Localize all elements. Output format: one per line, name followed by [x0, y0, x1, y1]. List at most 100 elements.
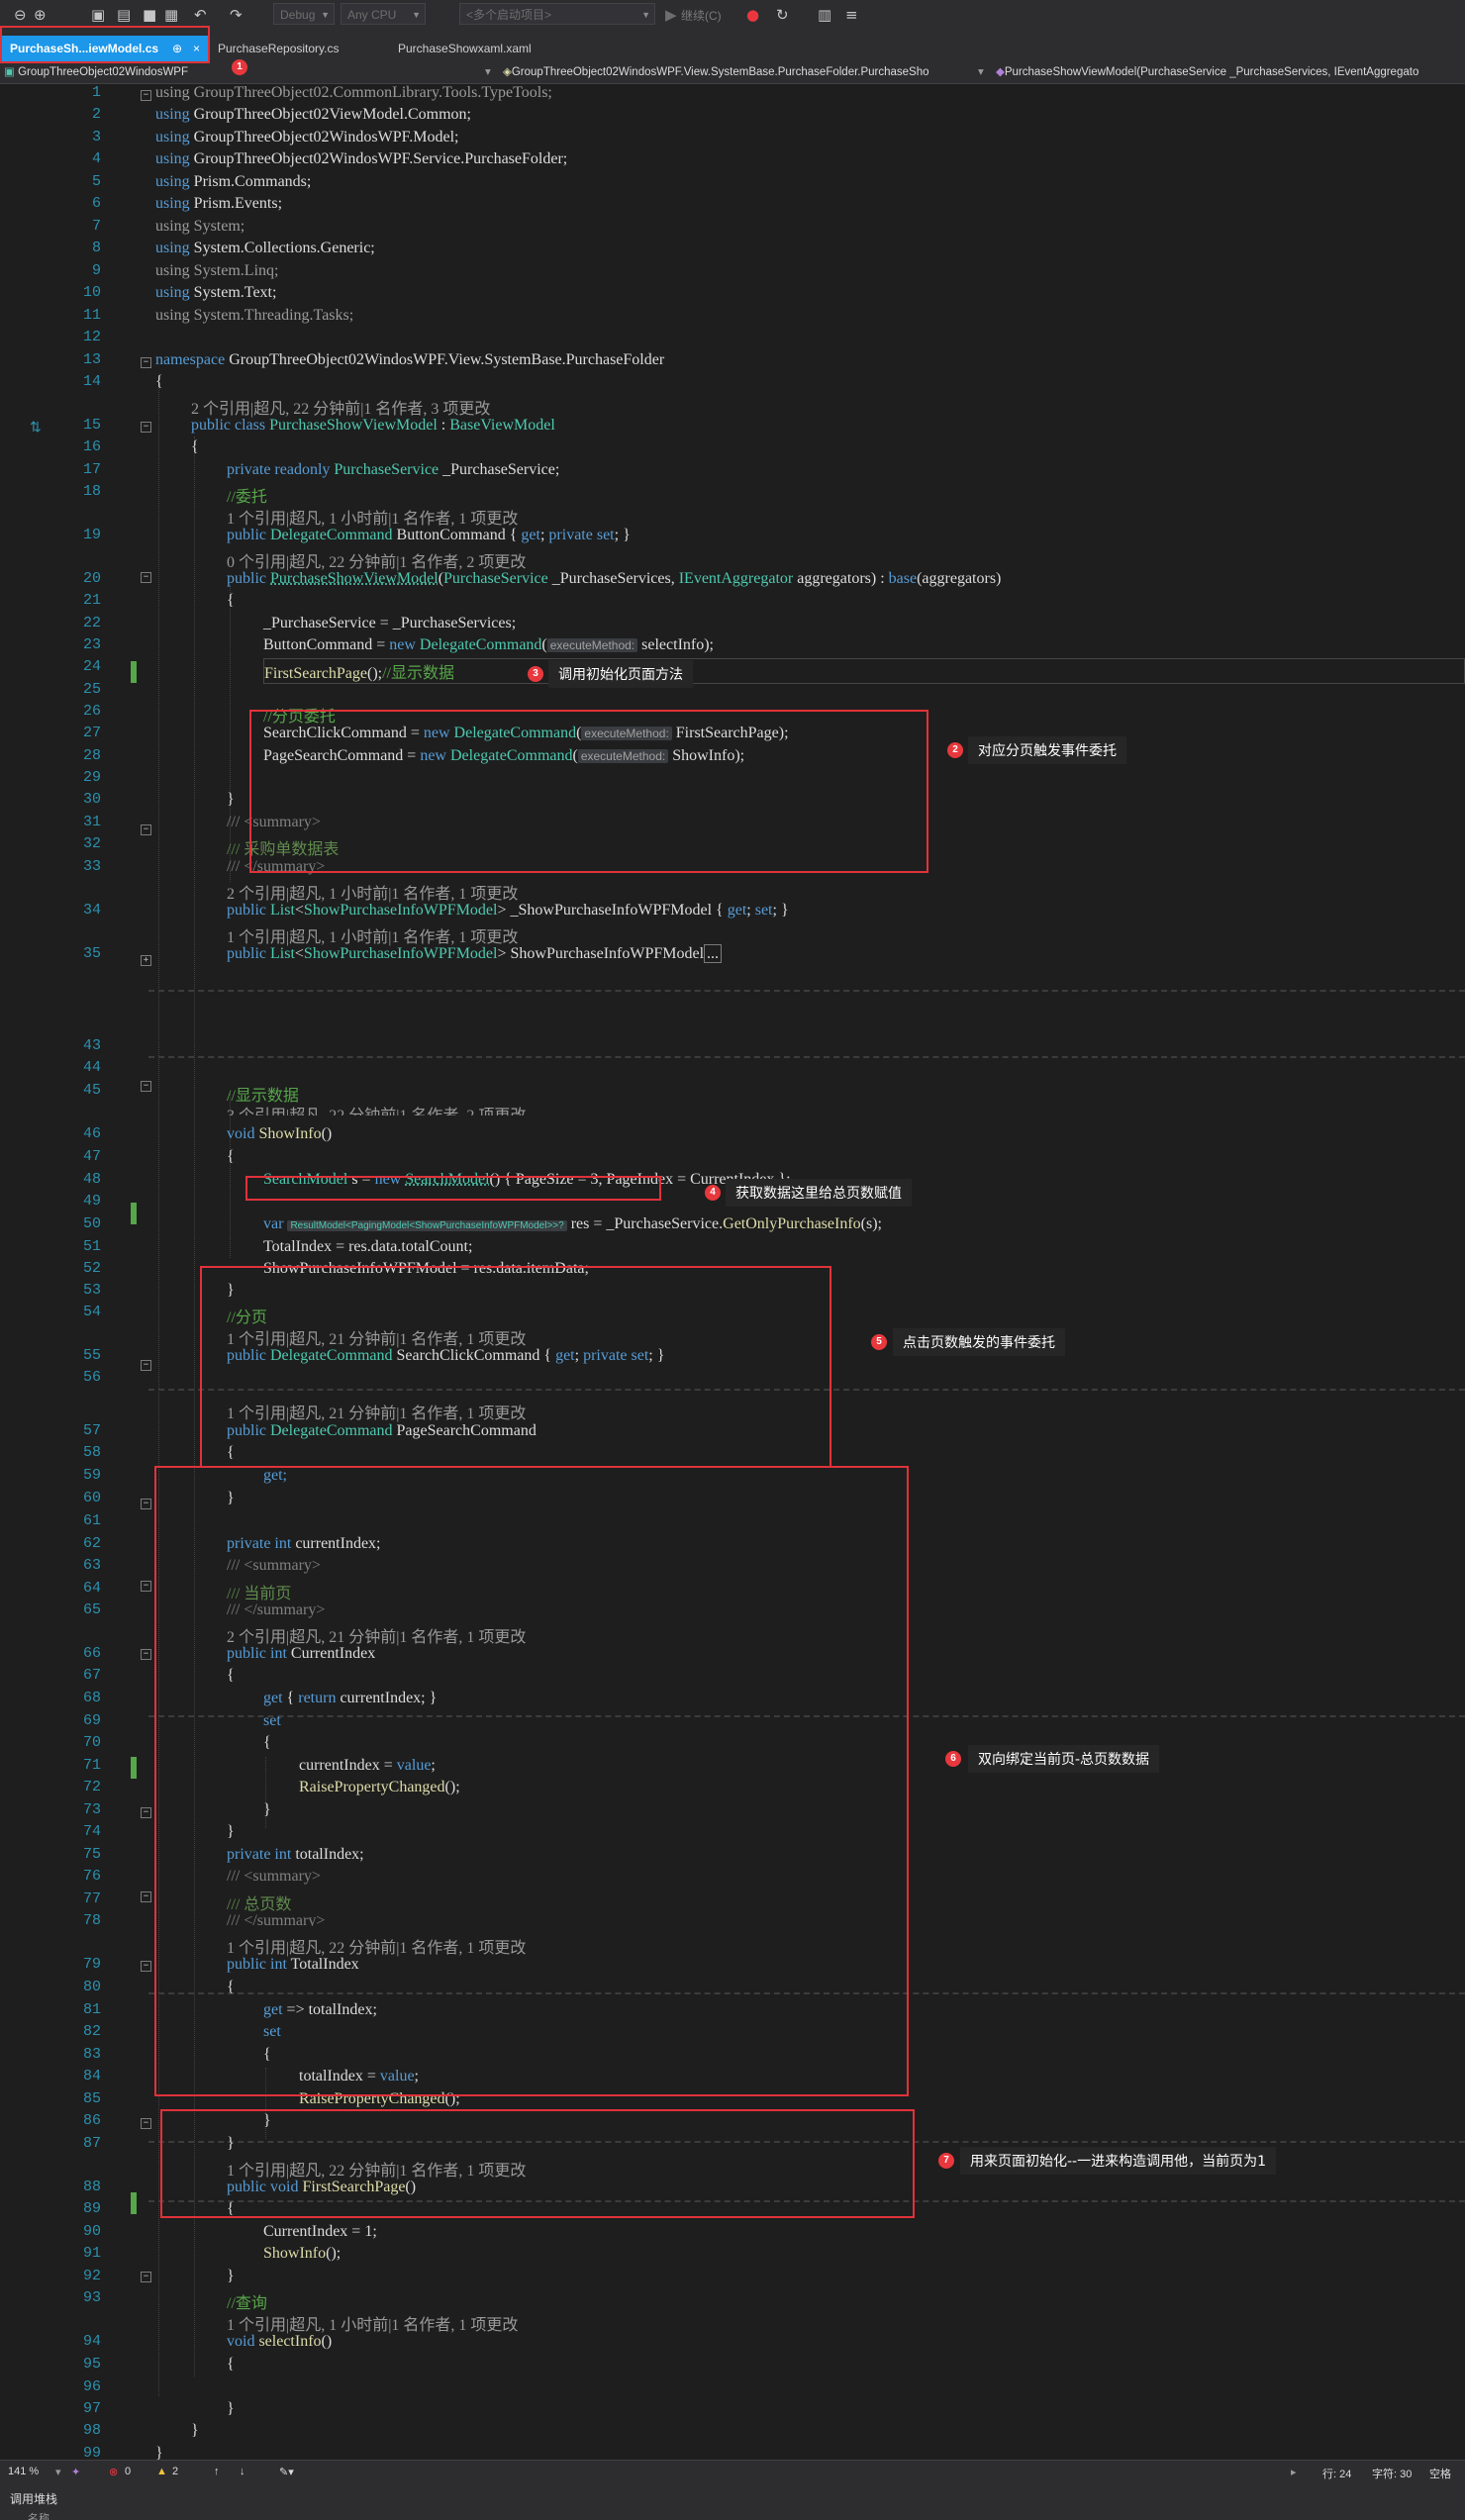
- code-token: public: [227, 527, 270, 543]
- chevron-down-icon[interactable]: ▾: [55, 2466, 61, 2478]
- codelens[interactable]: 1 个引用|超凡, 1 小时前|1 名作者, 1 项更改: [227, 505, 518, 529]
- fold-toggle-icon[interactable]: −: [141, 1891, 151, 1902]
- line-number: 65: [82, 1601, 101, 1618]
- save-icon[interactable]: ■: [143, 6, 156, 24]
- arrow-down-icon[interactable]: ↓: [240, 2466, 245, 2477]
- line-number: 68: [82, 1690, 101, 1706]
- line-number: 12: [82, 329, 101, 345]
- warning-count[interactable]: 2: [172, 2466, 178, 2477]
- tab-purchase-repository[interactable]: PurchaseRepository.cs: [210, 36, 388, 61]
- code-token: void: [227, 2333, 259, 2350]
- line-number: 63: [82, 1557, 101, 1574]
- fold-toggle-icon[interactable]: −: [141, 1081, 151, 1092]
- error-icon[interactable]: ⊗: [109, 2466, 118, 2478]
- code-line: }: [191, 2422, 199, 2440]
- redo-icon[interactable]: ↷: [230, 6, 243, 24]
- codelens[interactable]: 2 个引用|超凡, 22 分钟前|1 名作者, 3 项更改: [191, 395, 490, 419]
- scroll-right-icon[interactable]: ▸: [1291, 2466, 1297, 2478]
- platform-select[interactable]: Any CPU ▼: [341, 3, 426, 25]
- line-number: 82: [82, 2023, 101, 2040]
- fold-toggle-icon[interactable]: −: [141, 2272, 151, 2282]
- implementation-glyph-icon[interactable]: ⇅: [30, 419, 42, 436]
- fold-toggle-icon[interactable]: −: [141, 1807, 151, 1818]
- code-line: private readonly PurchaseService _Purcha…: [227, 461, 559, 479]
- start-button[interactable]: 继续(C): [681, 7, 722, 24]
- annotation-note-7: 用来页面初始化--一进来构造调用他，当前页为1: [960, 2147, 1277, 2175]
- error-count[interactable]: 0: [125, 2466, 131, 2477]
- open-folder-icon[interactable]: ▤: [117, 6, 131, 24]
- fold-toggle-icon[interactable]: −: [141, 1649, 151, 1660]
- fold-toggle-icon[interactable]: −: [141, 357, 151, 368]
- code-token: using System.Linq;: [155, 262, 279, 279]
- codelens[interactable]: 3 个引用|超凡, 22 分钟前|1 名作者, 2 项更改: [227, 1102, 526, 1115]
- line-number: 71: [82, 1757, 101, 1774]
- fold-toggle-icon[interactable]: +: [141, 955, 151, 966]
- toolbar-options-icon[interactable]: ≡: [845, 6, 858, 24]
- refresh-icon[interactable]: ↻: [776, 6, 789, 24]
- fold-toggle-icon[interactable]: −: [141, 90, 151, 101]
- startup-project-select[interactable]: <多个启动项目> ▼: [459, 3, 655, 25]
- new-project-icon[interactable]: ▣: [91, 6, 105, 24]
- code-token: :: [437, 417, 450, 434]
- indentation-mode[interactable]: 空格: [1429, 2466, 1451, 2481]
- play-icon[interactable]: ▶: [665, 6, 677, 24]
- find-files-icon[interactable]: ▥: [818, 6, 831, 24]
- code-line: }: [227, 791, 235, 809]
- member-dropdown[interactable]: ◆PurchaseShowViewModel(PurchaseService _…: [996, 63, 1465, 81]
- fold-toggle-icon[interactable]: −: [141, 422, 151, 433]
- fold-toggle-icon[interactable]: −: [141, 1499, 151, 1509]
- cursor-column[interactable]: 字符: 30: [1372, 2466, 1412, 2481]
- back-icon[interactable]: ⊖: [14, 6, 27, 24]
- tab-purchase-show-xaml[interactable]: PurchaseShowxaml.xaml: [390, 36, 568, 61]
- code-token: using System.Threading.Tasks;: [155, 307, 354, 324]
- fold-toggle-icon[interactable]: −: [141, 1961, 151, 1972]
- code-token: System.Text;: [193, 284, 277, 301]
- arrow-up-icon[interactable]: ↑: [214, 2466, 220, 2477]
- code-token: void: [227, 1125, 259, 1142]
- code-cleanup-icon[interactable]: ✎▾: [279, 2466, 294, 2478]
- codelens[interactable]: 0 个引用|超凡, 22 分钟前|1 名作者, 2 项更改: [227, 548, 526, 572]
- debug-target-icon[interactable]: ●: [746, 6, 759, 24]
- config-select[interactable]: Debug ▼: [273, 3, 335, 25]
- line-number: 7: [91, 218, 101, 235]
- codelens[interactable]: 2 个引用|超凡, 1 小时前|1 名作者, 1 项更改: [227, 880, 518, 904]
- region-separator: [148, 990, 1465, 992]
- save-all-icon[interactable]: ▦: [164, 6, 178, 24]
- line-number: 23: [82, 636, 101, 653]
- line-number: 90: [82, 2223, 101, 2240]
- code-token: IEventAggregator: [678, 570, 794, 587]
- fold-toggle-icon[interactable]: −: [141, 824, 151, 835]
- cursor-line[interactable]: 行: 24: [1322, 2466, 1351, 2481]
- fold-toggle-icon[interactable]: −: [141, 1581, 151, 1592]
- line-number: 6: [91, 195, 101, 212]
- warning-icon[interactable]: ▲: [156, 2466, 167, 2477]
- line-number: 8: [91, 240, 101, 256]
- indent-guide: [230, 1094, 231, 1258]
- collapsed-region-button[interactable]: ...: [704, 944, 723, 963]
- line-number: 19: [82, 527, 101, 543]
- forward-icon[interactable]: ⊕: [34, 6, 47, 24]
- code-token: (s);: [860, 1215, 882, 1232]
- codelens[interactable]: 1 个引用|超凡, 1 小时前|1 名作者, 1 项更改: [227, 2311, 518, 2335]
- project-dropdown[interactable]: ▣ GroupThreeObject02WindosWPF: [4, 63, 212, 81]
- fold-toggle-icon[interactable]: −: [141, 572, 151, 583]
- line-number: 43: [82, 1037, 101, 1054]
- fold-toggle-icon[interactable]: −: [141, 2118, 151, 2129]
- code-token: ButtonCommand {: [392, 527, 522, 543]
- intellicode-icon[interactable]: ✦: [71, 2466, 80, 2478]
- undo-icon[interactable]: ↶: [194, 6, 207, 24]
- chevron-down-icon[interactable]: ▾: [978, 63, 990, 81]
- line-number: 80: [82, 1979, 101, 1995]
- annotation-note-5: 点击页数触发的事件委托: [893, 1328, 1065, 1356]
- code-token: _PurchaseService;: [439, 461, 560, 478]
- type-dropdown[interactable]: ◈GroupThreeObject02WindosWPF.View.System…: [503, 63, 976, 81]
- chevron-down-icon[interactable]: ▾: [485, 63, 497, 81]
- zoom-level[interactable]: 141 %: [8, 2466, 39, 2477]
- codelens[interactable]: 1 个引用|超凡, 1 小时前|1 名作者, 1 项更改: [227, 923, 518, 947]
- code-editor[interactable]: 1 2 3 4 5 6 7 8 9 10 11 12 13 14 15 16 17 18 19 20 21 22 23 24 2…: [0, 84, 1465, 2484]
- panel-title[interactable]: 调用堆栈: [10, 2490, 57, 2507]
- code-line: using GroupThreeObject02WindosWPF.Model;: [155, 129, 458, 146]
- code-line: using System.Text;: [155, 284, 276, 302]
- code-token: using: [155, 129, 194, 145]
- fold-toggle-icon[interactable]: −: [141, 1360, 151, 1371]
